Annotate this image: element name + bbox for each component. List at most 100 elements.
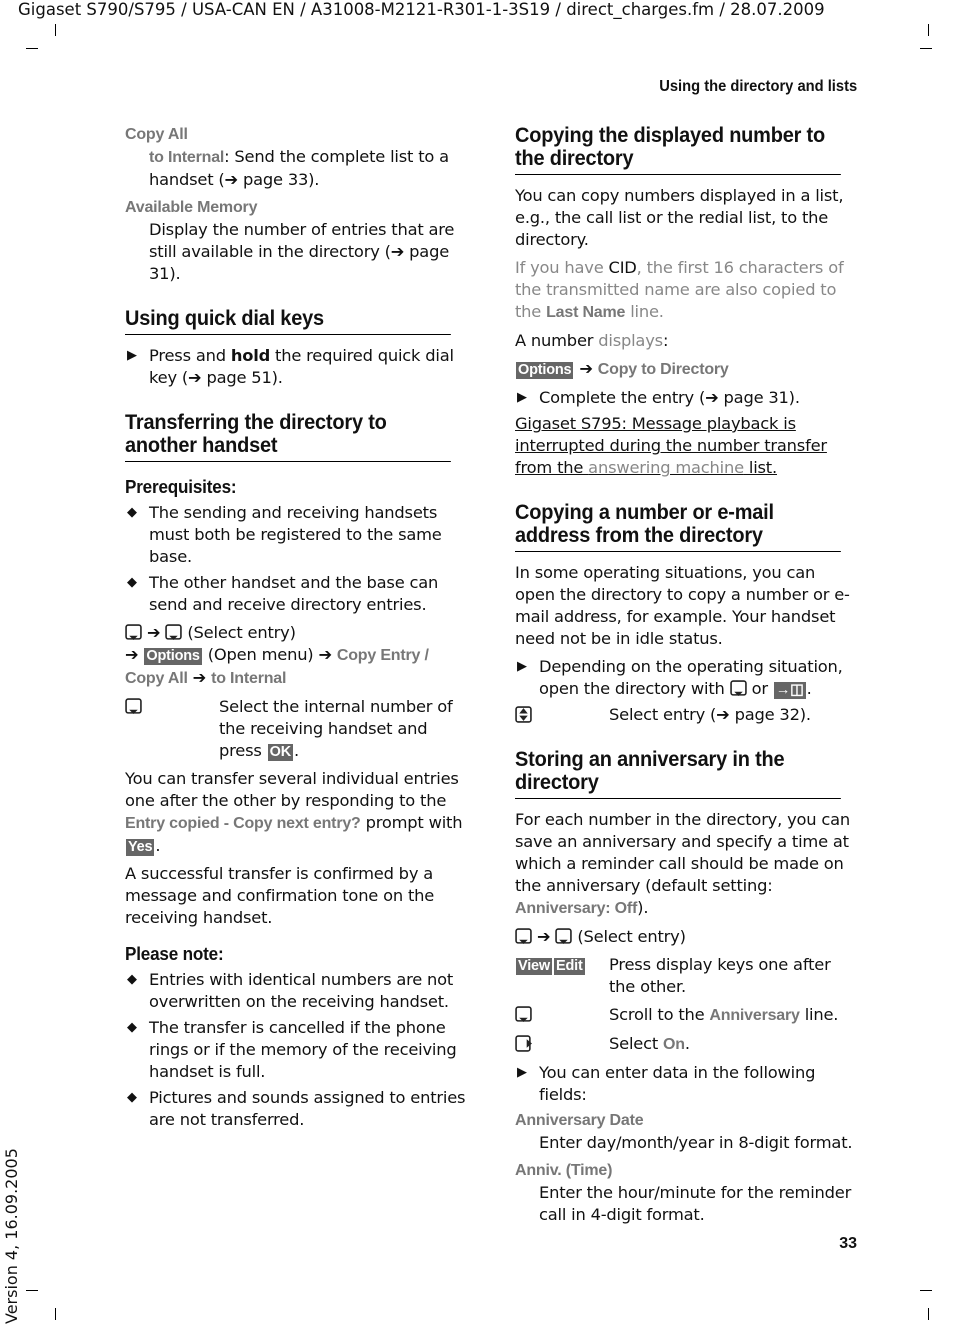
step-arrow-icon: ▶ <box>517 390 527 405</box>
text: (Select entry) <box>187 623 296 642</box>
document-header: Gigaset S790/S795 / USA-CAN EN / A31008-… <box>18 0 825 19</box>
text: The transfer is cancelled if the phone r… <box>149 1018 457 1081</box>
nav-up-down-icon <box>515 706 532 723</box>
text: Scroll to the <box>609 1005 710 1024</box>
nav-down-icon <box>125 698 142 715</box>
diamond-bullet-icon: ◆ <box>127 1020 137 1035</box>
crop-mark <box>55 1308 56 1320</box>
text: (Select entry) <box>577 927 686 946</box>
diamond-bullet-icon: ◆ <box>127 575 137 590</box>
step-row: View Edit Press display keys one after the… <box>515 954 858 998</box>
nav-right-icon <box>515 1035 532 1052</box>
text: You can transfer several individual entr… <box>125 769 459 810</box>
default-setting: Anniversary: Off <box>515 900 638 917</box>
text: Select <box>609 1034 664 1053</box>
list-item: ◆ Entries with identical numbers are not … <box>125 969 468 1013</box>
options-key: Options <box>516 362 574 379</box>
field-description: Enter the hour/minute for the reminder c… <box>539 1183 852 1224</box>
step-item: ▶ Complete the entry (➔ page 31). <box>515 387 858 409</box>
available-memory-description: Display the number of entries that are s… <box>149 220 455 283</box>
diamond-bullet-icon: ◆ <box>127 972 137 987</box>
text: Pictures and sounds assigned to entries … <box>149 1088 466 1129</box>
text: The sending and receiving handsets must … <box>149 503 442 566</box>
heading-anniversary: Storing an anniversary in the directory <box>515 748 841 799</box>
nav-down-icon <box>125 624 142 641</box>
paragraph: A successful transfer is confirmed by a … <box>125 864 435 927</box>
step-row: Select the internal number of the receiv… <box>125 696 468 762</box>
prerequisites-heading: Prerequisites: <box>125 477 237 497</box>
option-on: On <box>663 1036 685 1053</box>
step-item: ▶ Press and hold the required quick dial … <box>125 345 468 389</box>
page-number: 33 <box>839 1235 857 1252</box>
text: CID <box>608 258 637 277</box>
menu-copy-all: Copy All <box>125 670 188 687</box>
menu-copy-entry: Copy Entry / <box>336 647 429 664</box>
ok-key: OK <box>267 744 293 761</box>
text: Complete the entry (➔ page 31). <box>539 388 800 407</box>
nav-down-icon <box>555 928 572 945</box>
view-key: View <box>516 958 552 975</box>
text: For each number in the directory, you ca… <box>515 810 851 895</box>
crop-mark <box>928 1308 929 1320</box>
please-note-heading: Please note: <box>125 944 224 964</box>
text: list. <box>743 458 777 477</box>
edit-key: Edit <box>553 958 585 975</box>
heading-copy-number-email: Copying a number or e-mail address from … <box>515 501 841 552</box>
list-item: ◆ Pictures and sounds assigned to entries… <box>125 1087 468 1131</box>
field-last-name: Last Name <box>546 304 626 321</box>
step-row: Scroll to the Anniversary line. <box>515 1004 858 1027</box>
menu-copy-to-directory: Copy to Directory <box>597 361 729 378</box>
field-description: Enter day/month/year in 8-digit format. <box>539 1133 853 1152</box>
crop-mark <box>920 1290 932 1291</box>
nav-down-icon <box>515 928 532 945</box>
diamond-bullet-icon: ◆ <box>127 1090 137 1105</box>
list-item: ◆ The other handset and the base can send… <box>125 572 468 616</box>
crop-mark <box>26 48 38 49</box>
text: displays <box>598 331 663 350</box>
crop-mark <box>26 1290 38 1291</box>
heading-transfer-directory: Transferring the directory to another ha… <box>125 411 451 462</box>
text: answering machine <box>588 458 744 477</box>
menu-item-copy-all: Copy All <box>125 126 188 143</box>
text: . <box>684 1034 690 1053</box>
right-column: Copying the displayed number to the dire… <box>515 124 858 1232</box>
options-key: Options <box>144 648 202 665</box>
field-anniversary-date: Anniversary Date <box>515 1112 644 1129</box>
step-item: ▶ Depending on the operating situation, o… <box>517 657 843 699</box>
list-item: ◆ The sending and receiving handsets must… <box>125 502 468 568</box>
text: A number <box>515 331 599 350</box>
step-item: ▶ You can enter data in the following fie… <box>515 1062 858 1106</box>
heading-quick-dial: Using quick dial keys <box>125 307 451 335</box>
field-anniv-time: Anniv. (Time) <box>515 1162 613 1179</box>
text: Press display keys one after the other. <box>609 955 831 996</box>
running-title: Using the directory and lists <box>659 78 857 95</box>
step-row: Select On. <box>515 1033 858 1056</box>
text: If you have <box>515 258 609 277</box>
field-anniversary: Anniversary <box>709 1007 800 1024</box>
menu-to-internal: to Internal <box>211 670 287 687</box>
text: Press and <box>149 346 231 365</box>
nav-down-icon <box>165 624 182 641</box>
step-arrow-icon: ▶ <box>127 348 137 363</box>
paragraph: You can copy numbers displayed in a list… <box>515 186 844 249</box>
crop-mark <box>55 24 56 36</box>
text: The other handset and the base can send … <box>149 573 439 614</box>
text: Select entry (➔ page 32). <box>609 705 811 724</box>
crop-mark <box>920 48 932 49</box>
text: line. <box>625 302 664 321</box>
bold-text: hold <box>230 346 271 365</box>
step-row: Select entry (➔ page 32). <box>515 704 858 726</box>
left-column: Copy All to Internal: Send the complete … <box>125 124 468 1135</box>
paragraph: In some operating situations, you can op… <box>515 563 850 648</box>
text: line. <box>799 1005 839 1024</box>
text: You can enter data in the following fiel… <box>539 1063 816 1104</box>
step-arrow-icon: ▶ <box>517 1065 527 1080</box>
to-internal-label: to Internal <box>149 149 225 166</box>
text: prompt with <box>360 813 463 832</box>
yes-key: Yes <box>126 839 155 856</box>
nav-down-icon <box>515 1006 532 1023</box>
crop-mark <box>928 24 929 36</box>
list-item: ◆ The transfer is cancelled if the phone … <box>125 1017 468 1083</box>
directory-key: →◫ <box>773 682 806 699</box>
heading-copy-displayed-number: Copying the displayed number to the dire… <box>515 124 841 175</box>
